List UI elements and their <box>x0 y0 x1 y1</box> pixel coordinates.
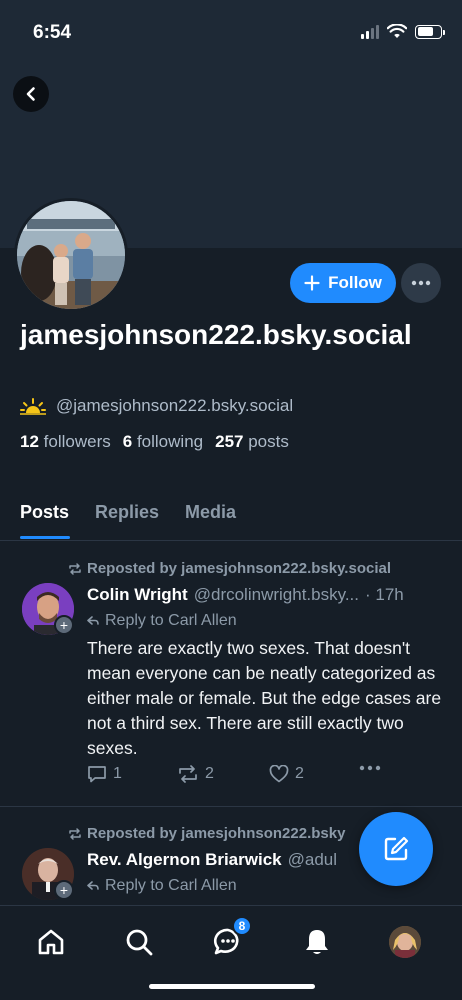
profile-tabs: Posts Replies Media <box>0 496 462 541</box>
cellular-signal-icon <box>361 24 379 39</box>
tab-replies[interactable]: Replies <box>95 502 159 523</box>
reply-to-line[interactable]: Reply to Carl Allen <box>87 877 237 895</box>
post-more-button[interactable] <box>359 765 381 771</box>
sunrise-icon <box>20 398 46 415</box>
followers-stat[interactable]: 12 followers <box>20 432 111 452</box>
posts-stat: 257 posts <box>215 432 289 452</box>
chat-unread-badge: 8 <box>232 916 252 936</box>
follow-author-plus-icon[interactable]: + <box>54 615 74 635</box>
following-label: following <box>136 432 204 451</box>
search-icon <box>126 929 153 956</box>
post-time: · 17h <box>365 585 404 604</box>
active-tab-indicator <box>20 536 70 539</box>
repost-icon <box>69 562 81 575</box>
avatar-photo <box>17 201 125 309</box>
nav-search[interactable] <box>119 922 159 962</box>
repost-button[interactable]: 2 <box>177 765 214 783</box>
handle-row: @jamesjohnson222.bsky.social <box>20 396 293 416</box>
tab-posts[interactable]: Posts <box>20 502 69 523</box>
back-button[interactable] <box>13 76 49 112</box>
ellipsis-icon <box>359 765 381 771</box>
post-actions: 1 2 2 <box>87 765 387 789</box>
profile-stats: 12 followers 6 following 257 posts <box>20 432 289 452</box>
like-count: 2 <box>295 765 304 782</box>
like-button[interactable]: 2 <box>269 765 304 783</box>
repost-line: Reposted by jamesjohnson222.bsky <box>68 825 345 842</box>
nav-notifications[interactable] <box>297 922 337 962</box>
repost-count: 2 <box>205 765 214 782</box>
repost-icon <box>69 827 81 840</box>
followers-label: followers <box>43 432 111 451</box>
more-options-button[interactable] <box>401 263 441 303</box>
follow-button[interactable]: Follow <box>290 263 396 303</box>
chevron-left-icon <box>26 87 35 101</box>
tab-media[interactable]: Media <box>185 502 236 523</box>
nav-profile[interactable] <box>385 922 425 962</box>
post-header: Colin Wright @drcolinwright.bsky... · 17… <box>87 585 447 605</box>
battery-icon <box>415 24 445 39</box>
compose-icon <box>384 836 409 861</box>
plus-icon <box>304 275 320 291</box>
repost-label: Reposted by jamesjohnson222.bsky <box>87 825 346 842</box>
status-time: 6:54 <box>33 22 72 43</box>
reply-to-label: Reply to Carl Allen <box>105 877 237 894</box>
heart-icon <box>269 765 289 783</box>
followers-count: 12 <box>20 432 39 451</box>
compose-button[interactable] <box>359 812 433 886</box>
posts-count: 257 <box>215 432 244 451</box>
reply-button[interactable]: 1 <box>87 765 122 783</box>
repost-line: Reposted by jamesjohnson222.bsky.social <box>68 560 391 577</box>
following-count: 6 <box>122 432 133 451</box>
status-bar: 6:54 <box>0 0 462 62</box>
comment-icon <box>88 766 106 783</box>
bell-icon <box>306 930 328 954</box>
status-icons <box>361 24 445 39</box>
posts-label: posts <box>248 432 289 451</box>
reply-arrow-icon <box>87 616 99 625</box>
ellipsis-icon <box>411 280 431 286</box>
profile-handle: @jamesjohnson222.bsky.social <box>56 396 294 415</box>
follow-label: Follow <box>328 273 382 292</box>
author-handle[interactable]: @adul <box>288 850 337 870</box>
author-name[interactable]: Rev. Algernon Briarwick <box>87 850 282 870</box>
nav-chat[interactable]: 8 <box>208 916 252 962</box>
follow-author-plus-icon[interactable]: + <box>54 880 74 900</box>
reply-count: 1 <box>113 765 122 782</box>
following-stat[interactable]: 6 following <box>123 432 203 452</box>
profile-display-name: jamesjohnson222.bsky.social <box>20 319 412 350</box>
profile-avatar[interactable] <box>14 198 128 312</box>
wifi-icon <box>387 24 407 38</box>
reply-to-label: Reply to Carl Allen <box>105 612 237 629</box>
post-text: There are exactly two sexes. That doesn'… <box>87 638 442 758</box>
author-name[interactable]: Colin Wright <box>87 585 188 605</box>
repost-label: Reposted by jamesjohnson222.bsky.social <box>87 560 391 577</box>
user-avatar <box>389 926 421 958</box>
home-indicator <box>149 984 315 989</box>
nav-home[interactable] <box>31 922 71 962</box>
reply-to-line[interactable]: Reply to Carl Allen <box>87 612 237 630</box>
feed-post[interactable]: Reposted by jamesjohnson222.bsky.social … <box>0 555 462 807</box>
author-handle[interactable]: @drcolinwright.bsky... <box>194 585 359 605</box>
reply-arrow-icon <box>87 881 99 890</box>
repost-action-icon <box>179 765 197 783</box>
home-icon <box>38 929 64 955</box>
